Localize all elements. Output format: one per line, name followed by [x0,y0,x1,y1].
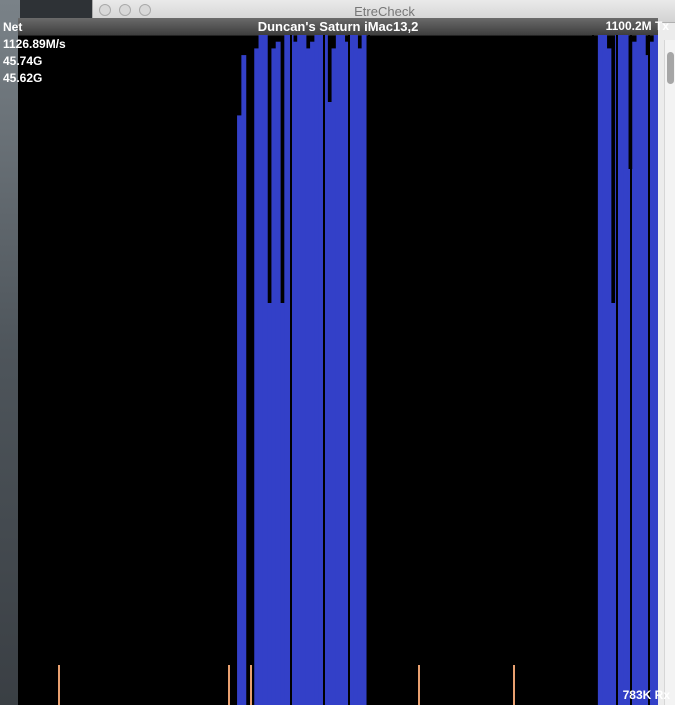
tx-bar [357,48,363,705]
tx-bar [237,115,242,705]
rx-max-label: 783K Rx [622,688,670,702]
monitor-title[interactable]: Duncan's Saturn iMac13,2 [18,18,658,36]
net-stats: Net 1126.89M/s 45.74G 45.62G [3,19,66,87]
etrecheck-scrollbar[interactable] [664,40,675,705]
tx-bar [602,35,608,705]
tx-bar [619,35,625,705]
tx-bar [353,35,358,705]
tx-bar [280,303,285,705]
rx-spike [418,665,420,705]
tx-bar [301,35,307,705]
tx-gap [630,35,632,705]
tx-bar [623,35,629,705]
network-traffic-graph [58,35,658,705]
tx-bar [297,35,303,705]
tx-bar [284,35,290,705]
tx-bar [331,48,337,705]
tx-bar [314,35,320,705]
tx-bar [275,41,281,705]
tx-bar [610,303,616,705]
tx-bar [649,41,655,705]
tx-bar [653,35,658,705]
tx-bar [318,35,324,705]
network-monitor-window: Duncan's Saturn iMac13,2 [18,18,658,705]
rx-spike [228,665,230,705]
rx-spike [513,665,515,705]
tx-bar [335,35,341,705]
tx-max-label: 1100.2M Tx [605,19,669,33]
tx-bar [640,35,646,705]
desktop-background [0,0,20,705]
tx-bar [271,48,277,705]
net-total-rx: 45.62G [3,71,43,85]
tx-bar [632,41,638,705]
tx-bar [305,48,311,705]
tx-bar [267,303,273,705]
tx-gap [348,35,350,705]
tx-bar [258,35,264,705]
tx-bar [361,35,367,705]
tx-gap [290,35,292,705]
net-rate: 1126.89M/s [3,37,66,51]
tx-gap [616,35,618,705]
tx-bar [254,48,260,705]
tx-bar [327,102,333,705]
net-total-tx: 45.74G [3,54,43,68]
tx-bar [292,41,298,705]
etrecheck-title: EtreCheck [354,4,415,19]
scrollbar-thumb[interactable] [667,52,674,84]
tx-bar [636,35,642,705]
tx-bar [340,35,346,705]
tx-bar [241,55,247,705]
tx-gap [648,35,650,705]
tx-bar [597,35,603,705]
tx-gap [592,35,594,705]
tx-bar [310,41,315,705]
rx-spike [58,665,60,705]
tx-bar [262,35,268,705]
tx-bar [606,48,612,705]
tx-gap [368,35,370,705]
rx-spike [250,665,252,705]
tx-gap [323,35,325,705]
net-label: Net [3,20,23,34]
